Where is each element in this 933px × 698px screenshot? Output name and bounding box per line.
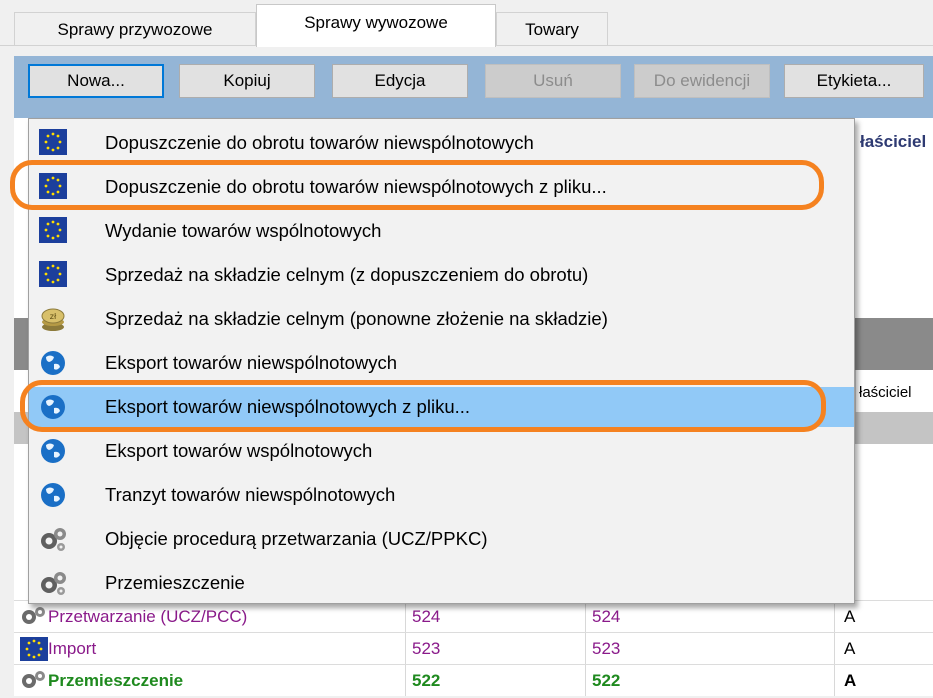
tab-sprawy-wywozowe[interactable]: Sprawy wywozowe xyxy=(256,4,496,47)
gears-icon xyxy=(39,525,67,553)
row-col4: A xyxy=(844,671,857,690)
menu-item-label: Wydanie towarów wspólnotowych xyxy=(105,220,382,241)
menu-item-label: Dopuszczenie do obrotu towarów niewspóln… xyxy=(105,132,534,153)
tab-towary[interactable]: Towary xyxy=(496,12,608,46)
globe-icon xyxy=(39,481,67,509)
gears-icon xyxy=(20,669,46,693)
row-type: Import xyxy=(48,639,97,658)
menu-item-tranzyt[interactable]: Tranzyt towarów niewspólnotowych xyxy=(29,475,854,515)
tab-sprawy-przywozowe[interactable]: Sprawy przywozowe xyxy=(14,12,256,46)
annotation-ring xyxy=(20,380,826,432)
row-col3: 522 xyxy=(592,671,621,690)
menu-item-sprzedaz-dopuszczenie[interactable]: Sprzedaż na składzie celnym (z dopuszcze… xyxy=(29,255,854,295)
globe-icon xyxy=(39,349,67,377)
menu-item-eksport-wspolnotowych[interactable]: Eksport towarów wspólnotowych xyxy=(29,431,854,471)
row-col2: 522 xyxy=(412,671,441,690)
label-button[interactable]: Etykieta... xyxy=(784,64,924,98)
row-col2: 524 xyxy=(412,607,441,626)
owner-header-cell: łaściciel xyxy=(855,370,933,412)
row-col4: A xyxy=(844,607,856,626)
tab-bar: Sprawy przywozowe Sprawy wywozowe Towary xyxy=(0,0,933,47)
delete-button[interactable]: Usuń xyxy=(485,64,621,98)
menu-item-wydanie[interactable]: Wydanie towarów wspólnotowych xyxy=(29,211,854,251)
row-col3: 523 xyxy=(592,639,621,658)
menu-item-label: Tranzyt towarów niewspólnotowych xyxy=(105,484,396,505)
menu-item-przemieszczenie[interactable]: Przemieszczenie xyxy=(29,563,854,603)
gears-icon xyxy=(39,569,67,597)
toolbar: Nowa... Kopiuj Edycja Usuń Do ewidencji … xyxy=(14,56,933,118)
globe-icon xyxy=(39,437,67,465)
menu-item-label: Sprzedaż na składzie celnym (ponowne zło… xyxy=(105,308,608,329)
row-col3: 524 xyxy=(592,607,621,626)
svg-text:zł: zł xyxy=(50,312,57,321)
table-row[interactable]: Przetwarzanie (UCZ/PCC) 524 524 A xyxy=(14,600,933,632)
menu-item-label: Eksport towarów niewspólnotowych xyxy=(105,352,398,373)
eu-flag-icon xyxy=(39,217,67,245)
coins-icon: zł xyxy=(39,305,67,333)
eu-flag-icon xyxy=(39,261,67,289)
menu-item-label: Przemieszczenie xyxy=(105,572,245,593)
new-button[interactable]: Nowa... xyxy=(28,64,164,98)
gears-icon xyxy=(20,605,46,629)
edit-button[interactable]: Edycja xyxy=(332,64,468,98)
menu-item-eksport[interactable]: Eksport towarów niewspólnotowych xyxy=(29,343,854,383)
menu-item-label: Eksport towarów wspólnotowych xyxy=(105,440,373,461)
owner-column-header: łaściciel xyxy=(860,132,927,151)
eu-flag-icon xyxy=(20,637,48,661)
row-col2: 523 xyxy=(412,639,441,658)
menu-item-dopuszczenie[interactable]: Dopuszczenie do obrotu towarów niewspóln… xyxy=(29,123,854,163)
copy-button[interactable]: Kopiuj xyxy=(179,64,315,98)
menu-item-sprzedaz-ponowne[interactable]: zł Sprzedaż na składzie celnym (ponowne … xyxy=(29,299,854,339)
row-type: Przemieszczenie xyxy=(48,671,184,690)
eu-flag-icon xyxy=(39,129,67,157)
annotation-ring xyxy=(10,160,824,210)
row-type: Przetwarzanie (UCZ/PCC) xyxy=(48,607,248,626)
owner-header-label: łaściciel xyxy=(859,384,912,401)
menu-item-label: Sprzedaż na składzie celnym (z dopuszcze… xyxy=(105,264,589,285)
row-col4: A xyxy=(844,639,856,658)
menu-item-objecie-procedura[interactable]: Objęcie procedurą przetwarzania (UCZ/PPK… xyxy=(29,519,854,559)
menu-item-label: Objęcie procedurą przetwarzania (UCZ/PPK… xyxy=(105,528,488,549)
register-button[interactable]: Do ewidencji xyxy=(634,64,770,98)
table-row[interactable]: Import 523 523 A xyxy=(14,632,933,664)
table-row[interactable]: Przemieszczenie 522 522 A xyxy=(14,664,933,696)
